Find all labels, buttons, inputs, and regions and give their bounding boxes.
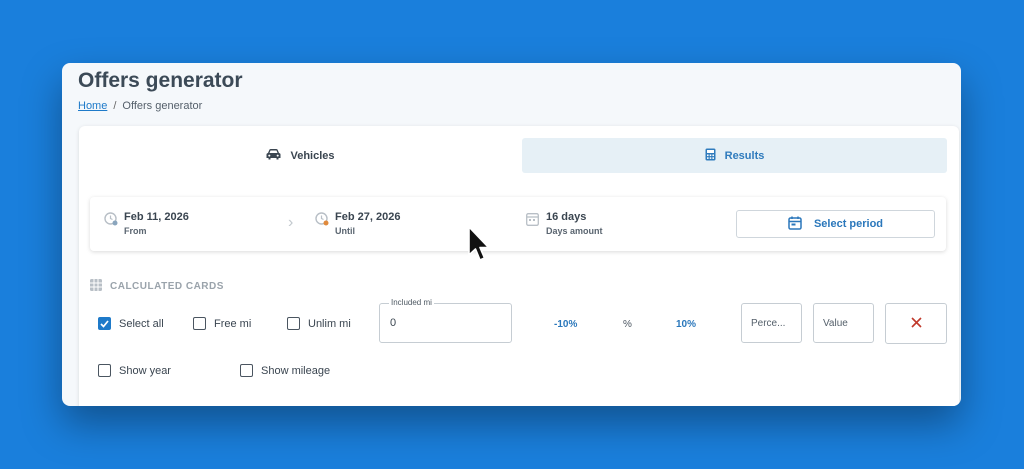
from-date: Feb 11, 2026 [124, 211, 189, 223]
period-from[interactable]: Feb 11, 2026 From [104, 211, 189, 236]
show-year-checkbox[interactable]: Show year [98, 364, 171, 377]
calculated-cards-heading: CALCULATED CARDS [90, 279, 224, 294]
unlim-mi-label: Unlim mi [308, 317, 351, 330]
until-label: Until [335, 226, 355, 236]
grid-icon [90, 279, 102, 294]
tab-vehicles-label: Vehicles [290, 149, 335, 162]
chevron-right-icon: › [288, 214, 294, 231]
tab-results[interactable]: Results [522, 138, 947, 173]
checkbox-icon [240, 364, 253, 377]
page-title: Offers generator [78, 69, 243, 92]
show-mileage-checkbox[interactable]: Show mileage [240, 364, 330, 377]
calculator-icon [705, 148, 716, 164]
calendar-icon [788, 216, 802, 233]
app-window: Offers generator Home / Offers generator V… [62, 63, 961, 406]
checkbox-icon [287, 317, 300, 330]
calendar-icon [526, 212, 540, 226]
included-mi-field[interactable]: Included mi 0 [379, 298, 512, 343]
days-value: 16 days [546, 211, 587, 223]
percent-symbol: % [623, 319, 632, 330]
from-label: From [124, 226, 147, 236]
calendar-clock-icon [104, 212, 118, 226]
days-label: Days amount [546, 226, 603, 236]
unlim-mi-checkbox[interactable]: Unlim mi [287, 317, 351, 330]
checkbox-icon [98, 364, 111, 377]
select-period-label: Select period [813, 218, 884, 230]
select-all-label: Select all [119, 317, 164, 330]
period-until[interactable]: Feb 27, 2026 Until [315, 211, 400, 236]
calendar-clock-icon [315, 212, 329, 226]
included-mi-value: 0 [390, 317, 397, 329]
tab-results-label: Results [724, 149, 765, 162]
mouse-cursor-icon [468, 226, 490, 261]
select-period-button[interactable]: Select period [736, 210, 935, 238]
percent-placeholder: Perce... [751, 317, 786, 329]
breadcrumb-home-link[interactable]: Home [78, 100, 107, 112]
percent-input[interactable]: Perce... [741, 303, 802, 343]
value-placeholder: Value [823, 317, 848, 329]
included-mi-label: Included mi [389, 298, 434, 307]
value-input[interactable]: Value [813, 303, 874, 343]
show-year-label: Show year [119, 364, 171, 377]
period-card: Feb 11, 2026 From › Feb 27, 2026 Until 1… [90, 197, 946, 251]
breadcrumb-separator: / [113, 100, 117, 112]
select-all-checkbox[interactable]: Select all [98, 317, 164, 330]
until-date: Feb 27, 2026 [335, 211, 401, 223]
free-mi-label: Free mi [214, 317, 252, 330]
main-panel: Vehicles Results Feb 11, 2026 From › Feb… [79, 126, 959, 406]
minus-percent-button[interactable]: -10% [554, 319, 577, 330]
show-mileage-label: Show mileage [261, 364, 331, 377]
checkbox-checked-icon [98, 317, 111, 330]
period-days: 16 days Days amount [526, 211, 603, 236]
car-icon [266, 148, 281, 163]
close-icon [910, 315, 922, 333]
clear-button[interactable] [885, 303, 947, 344]
tab-vehicles[interactable]: Vehicles [79, 138, 522, 173]
breadcrumb-current: Offers generator [122, 100, 203, 112]
breadcrumb: Home / Offers generator [78, 100, 202, 112]
plus-percent-button[interactable]: 10% [676, 319, 696, 330]
calculated-cards-title: CALCULATED CARDS [110, 281, 224, 292]
checkbox-icon [193, 317, 206, 330]
free-mi-checkbox[interactable]: Free mi [193, 317, 251, 330]
